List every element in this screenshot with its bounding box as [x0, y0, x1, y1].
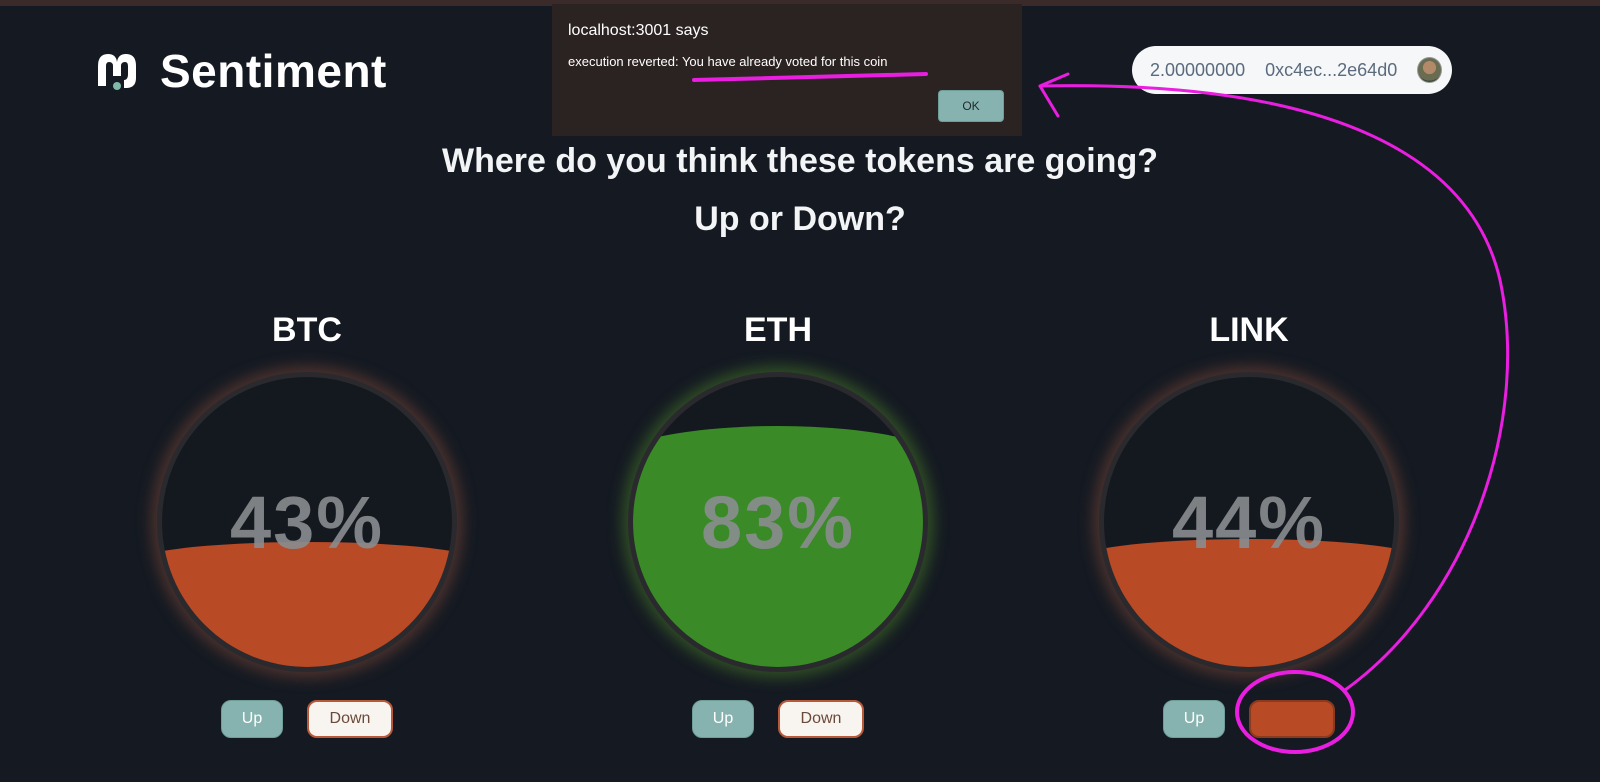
vote-down-button[interactable]: Down: [307, 700, 393, 738]
vote-up-button[interactable]: Up: [221, 700, 283, 738]
page-prompt: Up or Down?: [694, 200, 906, 238]
vote-down-button[interactable]: Down: [778, 700, 864, 738]
sentiment-logo-icon: [98, 54, 136, 90]
gauge-percent: 44%: [1171, 480, 1327, 564]
wallet-address: 0xc4ec...2e64d0: [1265, 59, 1398, 80]
coin-symbol: LINK: [1209, 311, 1289, 349]
vote-up-button[interactable]: Up: [692, 700, 754, 738]
sentiment-gauge: 44%: [1099, 372, 1399, 672]
sentiment-gauge: 43%: [157, 372, 457, 672]
coin-card-eth: ETH 83% Up Down: [613, 310, 943, 738]
app-name: Sentiment: [160, 45, 387, 97]
annotation-arrowhead-icon: [1038, 72, 1070, 118]
gauge-percent: 43%: [229, 480, 385, 564]
alert-dialog: localhost:3001 says execution reverted: …: [552, 4, 1022, 136]
coin-symbol: ETH: [744, 311, 812, 349]
alert-message: execution reverted: You have already vot…: [568, 54, 888, 69]
gauge-percent: 83%: [700, 480, 856, 564]
wallet-balance: 2.00000000: [1150, 59, 1246, 80]
coin-symbol: BTC: [272, 311, 342, 349]
app-brand[interactable]: Sentiment: [94, 44, 387, 98]
page-question: Where do you think these tokens are goin…: [442, 142, 1158, 180]
coin-card-btc: BTC 43% Up Down: [142, 310, 472, 738]
sentiment-gauge: 83%: [628, 372, 928, 672]
alert-title: localhost:3001 says: [568, 22, 709, 39]
wallet-avatar-icon: [1417, 57, 1442, 83]
alert-ok-button[interactable]: OK: [938, 90, 1004, 122]
coin-card-link: LINK 44% Up Down: [1084, 310, 1414, 738]
vote-up-button[interactable]: Up: [1163, 700, 1225, 738]
vote-down-button[interactable]: Down: [1249, 700, 1335, 738]
wallet-pill[interactable]: 2.00000000 0xc4ec...2e64d0: [1132, 46, 1452, 94]
